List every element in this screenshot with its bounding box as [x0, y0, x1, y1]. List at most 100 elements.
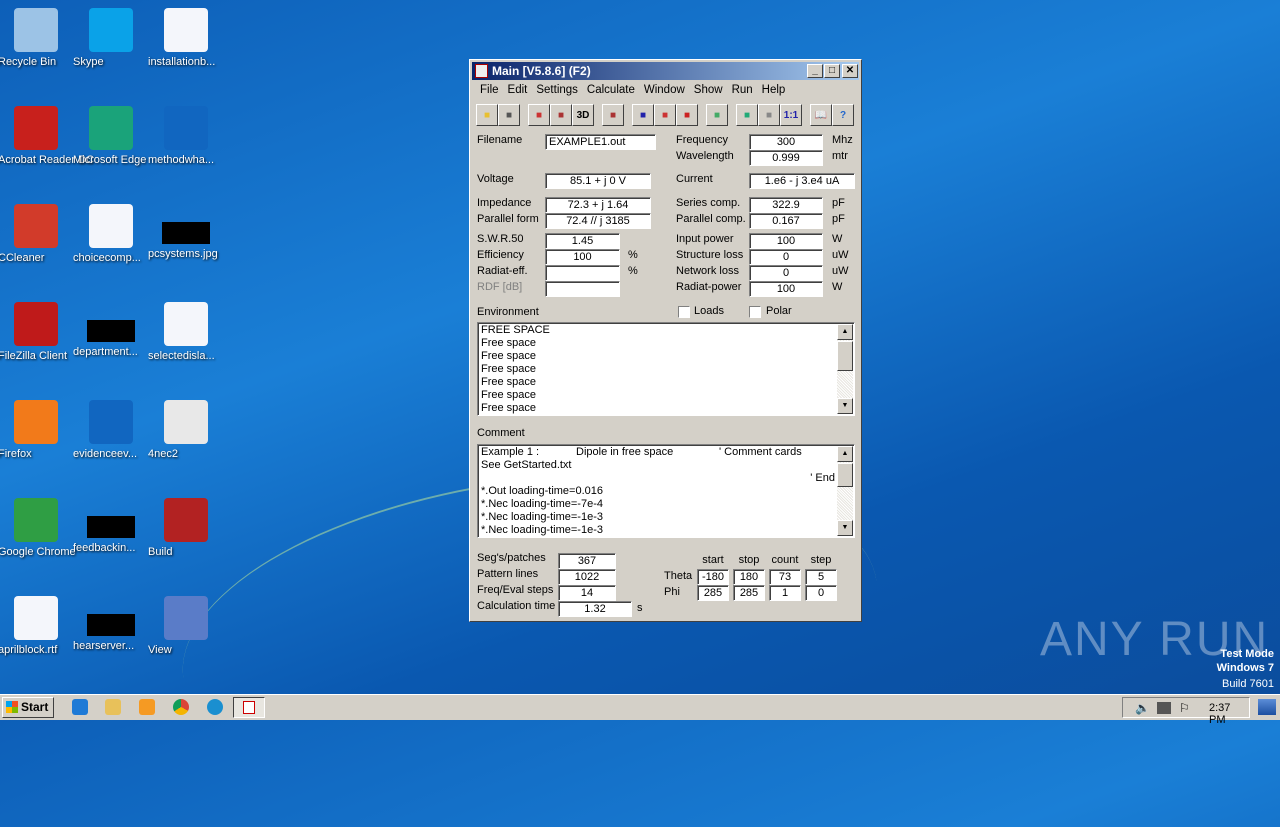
frequency-field[interactable]: 300	[749, 134, 823, 150]
show-desktop-button[interactable]	[1258, 699, 1276, 715]
structure-loss-field[interactable]: 0	[749, 249, 823, 265]
toolbar-book-icon[interactable]: 📖	[810, 104, 832, 126]
network-loss-field[interactable]: 0	[749, 265, 823, 281]
phi-start-field[interactable]: 285	[697, 585, 729, 601]
desktop-icon[interactable]: View	[148, 596, 224, 656]
environment-item[interactable]: Free space	[481, 376, 851, 389]
title-bar[interactable]: Main [V5.8.6] (F2) _ □ ✕	[472, 62, 859, 80]
toolbar-save-icon[interactable]: ■	[498, 104, 520, 126]
freq-steps-field[interactable]: 14	[558, 585, 616, 601]
desktop-icon[interactable]: CCleaner	[0, 204, 74, 264]
desktop-icon[interactable]: FileZilla Client	[0, 302, 74, 362]
calc-time-field[interactable]: 1.32	[558, 601, 632, 617]
minimize-button[interactable]: _	[807, 64, 823, 78]
close-button[interactable]: ✕	[842, 64, 858, 78]
environment-item[interactable]: Free space	[481, 363, 851, 376]
edge-taskbar-icon[interactable]	[207, 699, 223, 715]
desktop-icon[interactable]: pcsystems.jpg	[148, 204, 224, 260]
chrome-taskbar-icon[interactable]	[173, 699, 189, 715]
phi-step-field[interactable]: 0	[805, 585, 837, 601]
explorer-icon[interactable]	[105, 699, 121, 715]
toolbar-calculator-icon[interactable]: ■	[736, 104, 758, 126]
environment-list[interactable]: ▲ ▼ FREE SPACE Free space Free space Free sp…	[477, 322, 855, 416]
radiat-eff-field[interactable]	[545, 265, 620, 281]
desktop-icon[interactable]: hearserver...	[73, 596, 149, 652]
rdf-field[interactable]	[545, 281, 620, 297]
environment-item[interactable]: FREE SPACE	[481, 324, 851, 337]
theta-stop-field[interactable]: 180	[733, 569, 765, 585]
toolbar-1-1-icon[interactable]: 1:1	[780, 104, 802, 126]
input-power-field[interactable]: 100	[749, 233, 823, 249]
menu-help[interactable]: Help	[758, 82, 791, 96]
toolbar-3D-icon[interactable]: 3D	[572, 104, 594, 126]
segs-field[interactable]: 367	[558, 553, 616, 569]
menu-window[interactable]: Window	[640, 82, 690, 96]
desktop-icon[interactable]: evidenceev...	[73, 400, 149, 460]
media-player-icon[interactable]	[139, 699, 155, 715]
swr-field[interactable]: 1.45	[545, 233, 620, 249]
desktop-icon[interactable]: 4nec2	[148, 400, 224, 460]
impedance-field[interactable]: 72.3 + j 1.64	[545, 197, 651, 213]
environment-scrollbar[interactable]: ▲ ▼	[837, 324, 853, 414]
pattern-lines-field[interactable]: 1022	[558, 569, 616, 585]
loads-checkbox[interactable]	[678, 306, 690, 318]
efficiency-field[interactable]: 100	[545, 249, 620, 265]
start-button[interactable]: Start	[2, 697, 54, 718]
ie-icon[interactable]	[72, 699, 88, 715]
menu-file[interactable]: File	[476, 82, 504, 96]
series-comp-field[interactable]: 322.9	[749, 197, 823, 213]
menu-show[interactable]: Show	[690, 82, 728, 96]
phi-count-field[interactable]: 1	[769, 585, 801, 601]
toolbar-chart-icon[interactable]: ■	[654, 104, 676, 126]
theta-start-field[interactable]: -180	[697, 569, 729, 585]
toolbar-box-icon[interactable]: ■	[550, 104, 572, 126]
desktop-icon[interactable]: Acrobat Reader DC	[0, 106, 94, 166]
toolbar-smith-icon[interactable]: ■	[676, 104, 698, 126]
environment-item[interactable]: Free space	[481, 337, 851, 350]
current-field[interactable]: 1.e6 - j 3.e4 uA	[749, 173, 855, 189]
environment-item[interactable]: Free space	[481, 350, 851, 363]
theta-count-field[interactable]: 73	[769, 569, 801, 585]
environment-item[interactable]: Free space	[481, 389, 851, 402]
menu-run[interactable]: Run	[728, 82, 758, 96]
network-icon[interactable]	[1157, 702, 1171, 714]
parallel-comp-field[interactable]: 0.167	[749, 213, 823, 229]
toolbar-help-icon[interactable]: ?	[832, 104, 854, 126]
taskbar-4nec2-button[interactable]	[233, 697, 265, 718]
phi-stop-field[interactable]: 285	[733, 585, 765, 601]
desktop-icon[interactable]: aprilblock.rtf	[0, 596, 74, 656]
desktop-icon[interactable]: feedbackin...	[73, 498, 149, 554]
clock[interactable]: 2:37 PM	[1209, 702, 1249, 726]
theta-step-field[interactable]: 5	[805, 569, 837, 585]
desktop-icon[interactable]: Build	[148, 498, 224, 558]
toolbar-optimizer-icon[interactable]: ■	[706, 104, 728, 126]
menu-settings[interactable]: Settings	[532, 82, 583, 96]
wavelength-field[interactable]: 0.999	[749, 150, 823, 166]
desktop-icon[interactable]: selectedisla...	[148, 302, 224, 362]
comment-scrollbar[interactable]: ▲ ▼	[837, 446, 853, 536]
desktop-icon[interactable]: Firefox	[0, 400, 74, 460]
desktop-icon[interactable]: installationb...	[148, 8, 224, 68]
desktop-icon[interactable]: Google Chrome	[0, 498, 76, 558]
volume-icon[interactable]: 🔈	[1135, 701, 1150, 715]
desktop-icon[interactable]: Microsoft Edge	[73, 106, 149, 166]
filename-field[interactable]: EXAMPLE1.out	[545, 134, 656, 150]
toolbar-edit-icon[interactable]: ■	[602, 104, 624, 126]
desktop-icon[interactable]: methodwha...	[148, 106, 224, 166]
radiat-power-field[interactable]: 100	[749, 281, 823, 297]
toolbar-open-icon[interactable]: ■	[476, 104, 498, 126]
toolbar-antenna-icon[interactable]: ■	[528, 104, 550, 126]
toolbar-pattern-icon[interactable]: ■	[632, 104, 654, 126]
action-center-flag-icon[interactable]: ⚐	[1179, 701, 1190, 715]
environment-item[interactable]: Free space	[481, 402, 851, 415]
desktop-icon[interactable]: Skype	[73, 8, 149, 68]
menu-edit[interactable]: Edit	[504, 82, 533, 96]
desktop-icon[interactable]: Recycle Bin	[0, 8, 74, 68]
polar-checkbox[interactable]	[749, 306, 761, 318]
parallel-form-field[interactable]: 72.4 // j 3185	[545, 213, 651, 229]
voltage-field[interactable]: 85.1 + j 0 V	[545, 173, 651, 189]
desktop-icon[interactable]: choicecomp...	[73, 204, 149, 264]
comment-textarea[interactable]: Example 1 : Dipole in free space ' Comment…	[477, 444, 855, 538]
maximize-button[interactable]: □	[824, 64, 840, 78]
toolbar-nav-icon[interactable]: ■	[758, 104, 780, 126]
